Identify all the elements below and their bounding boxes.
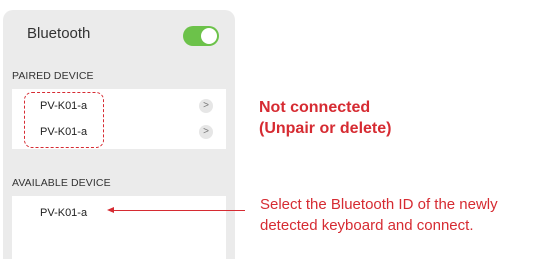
stage: Bluetooth PAIRED DEVICE PV-K01-a > PV-K0… xyxy=(0,0,548,259)
paired-devices-highlight xyxy=(24,92,104,148)
chevron-right-icon: > xyxy=(199,99,213,113)
paired-device-label: PAIRED DEVICE xyxy=(12,70,94,82)
callout-arrow-line xyxy=(113,210,245,211)
arrow-left-icon xyxy=(107,207,114,213)
device-name: PV-K01-a xyxy=(40,207,88,219)
toggle-knob xyxy=(201,28,217,44)
bluetooth-header: Bluetooth xyxy=(3,10,235,59)
unpair-or-delete-text: (Unpair or delete) xyxy=(259,120,392,137)
bluetooth-title: Bluetooth xyxy=(27,25,91,42)
available-device-label: AVAILABLE DEVICE xyxy=(12,177,111,189)
not-connected-callout: Not connected (Unpair or delete) xyxy=(259,97,391,139)
bluetooth-toggle[interactable] xyxy=(183,26,219,46)
select-device-text-line1: Select the Bluetooth ID of the newly xyxy=(260,196,498,213)
available-device-row[interactable]: PV-K01-a xyxy=(12,200,226,226)
chevron-right-icon: > xyxy=(199,125,213,139)
select-device-text-line2: detected keyboard and connect. xyxy=(260,217,474,234)
select-device-callout: Select the Bluetooth ID of the newly det… xyxy=(260,194,498,236)
available-device-list: PV-K01-a xyxy=(12,196,226,259)
not-connected-text: Not connected xyxy=(259,99,371,116)
